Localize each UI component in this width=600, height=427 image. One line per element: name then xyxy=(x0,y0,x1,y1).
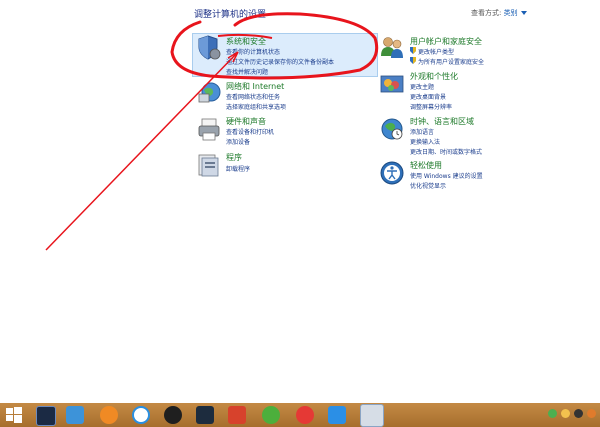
app-icon-7[interactable] xyxy=(228,406,246,424)
app-icon-10[interactable] xyxy=(328,406,346,424)
tray-icon-3[interactable] xyxy=(574,409,583,418)
control-panel-icon[interactable] xyxy=(360,404,384,427)
app-icon-8[interactable] xyxy=(262,406,280,424)
qq-icon[interactable] xyxy=(164,406,182,424)
red-annotation xyxy=(45,12,379,251)
media-icon[interactable] xyxy=(296,406,314,424)
app-icon-3[interactable] xyxy=(100,406,118,424)
start-icon[interactable] xyxy=(6,407,22,423)
tray-icon-2[interactable] xyxy=(561,409,570,418)
app-icon-1[interactable] xyxy=(36,406,56,426)
app-icon-4[interactable] xyxy=(132,406,150,424)
app-icon-2[interactable] xyxy=(66,406,84,424)
app-icon-6[interactable] xyxy=(196,406,214,424)
tray-icon-1[interactable] xyxy=(548,409,557,418)
tray-icon-4[interactable] xyxy=(587,409,596,418)
